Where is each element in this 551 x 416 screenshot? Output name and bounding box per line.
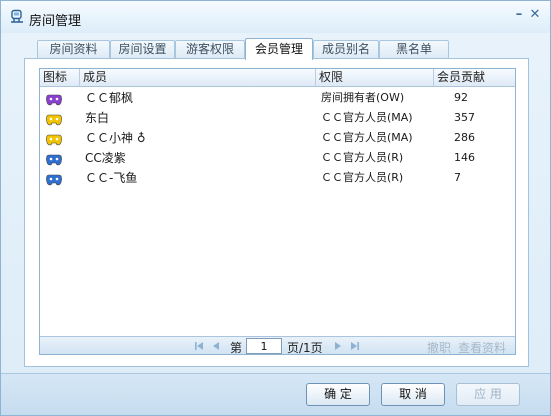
- next-page-icon[interactable]: [333, 341, 343, 351]
- purple-gamepad-icon: [46, 92, 62, 106]
- view-info-link[interactable]: 查看资料: [458, 339, 506, 356]
- blue-gamepad-icon: [46, 172, 62, 186]
- table-row[interactable]: ＣＣ小神 ♁ ＣＣ官方人员(MA) 286: [40, 128, 515, 148]
- tab-guest-permissions[interactable]: 游客权限: [175, 40, 245, 59]
- ok-button[interactable]: 确 定: [306, 383, 370, 406]
- apply-button[interactable]: 应 用: [456, 383, 520, 406]
- bottom-bar: 确 定 取 消 应 用: [1, 373, 550, 415]
- member-icon-cell: [44, 168, 80, 188]
- cancel-button[interactable]: 取 消: [381, 383, 445, 406]
- room-icon: [11, 9, 23, 23]
- minimize-icon[interactable]: –: [512, 8, 526, 22]
- member-role: ＣＣ官方人员(R): [321, 171, 404, 184]
- member-role: ＣＣ官方人员(R): [321, 151, 404, 164]
- member-score: 286: [454, 131, 475, 144]
- member-role: ＣＣ官方人员(MA): [321, 131, 413, 144]
- member-score: 7: [454, 171, 461, 184]
- column-header-member[interactable]: 成员: [80, 69, 316, 87]
- member-name: ＣＣ小神 ♁: [85, 131, 146, 145]
- member-role: ＣＣ官方人员(MA): [321, 111, 413, 124]
- member-score: 146: [454, 151, 475, 164]
- member-name: ＣＣ-飞鱼: [85, 171, 138, 185]
- tab-member-alias[interactable]: 成员别名: [313, 40, 379, 59]
- column-header-score[interactable]: 会员贡献: [434, 69, 515, 87]
- title-bar[interactable]: 房间管理 – ✕: [1, 1, 550, 33]
- member-role: 房间拥有者(OW): [321, 91, 405, 104]
- list-header: 图标 成员 权限 会员贡献: [40, 69, 515, 87]
- room-management-window: 房间管理 – ✕ 房间资料 房间设置 游客权限 会员管理 成员别名 黑名单 图标…: [0, 0, 551, 416]
- member-icon-cell: [44, 148, 80, 168]
- member-icon-cell: [44, 88, 80, 108]
- page-prefix: 第: [230, 341, 243, 355]
- member-score: 357: [454, 111, 475, 124]
- first-page-icon[interactable]: [194, 341, 204, 351]
- table-row[interactable]: ＣＣ-飞鱼 ＣＣ官方人员(R) 7: [40, 168, 515, 188]
- close-icon[interactable]: ✕: [528, 8, 542, 22]
- list-footer: 第 页/1页 撤职 查看资料: [40, 336, 515, 356]
- member-name: ＣＣ郁枫: [85, 91, 134, 105]
- column-header-icon[interactable]: 图标: [40, 69, 80, 87]
- table-row[interactable]: 东白 ＣＣ官方人员(MA) 357: [40, 108, 515, 128]
- member-name: CC凌紫: [85, 151, 126, 165]
- window-title: 房间管理: [29, 14, 82, 29]
- member-icon-cell: [44, 128, 80, 148]
- blue-gamepad-icon: [46, 152, 62, 166]
- tab-room-info[interactable]: 房间资料: [37, 40, 110, 59]
- yellow-gamepad-icon: [46, 132, 62, 146]
- page-total: 页/1页: [287, 341, 323, 355]
- member-list[interactable]: 图标 成员 权限 会员贡献 ＣＣ郁枫 房间拥有者(OW) 92 东白 ＣＣ官方人员(MA…: [39, 68, 516, 355]
- table-row[interactable]: ＣＣ郁枫 房间拥有者(OW) 92: [40, 88, 515, 108]
- tab-blacklist[interactable]: 黑名单: [379, 40, 449, 59]
- member-icon-cell: [44, 108, 80, 128]
- demote-link[interactable]: 撤职: [427, 339, 451, 356]
- member-score: 92: [454, 91, 468, 104]
- yellow-gamepad-icon: [46, 112, 62, 126]
- tab-room-settings[interactable]: 房间设置: [110, 40, 175, 59]
- last-page-icon[interactable]: [350, 341, 360, 351]
- member-management-panel: 图标 成员 权限 会员贡献 ＣＣ郁枫 房间拥有者(OW) 92 东白 ＣＣ官方人员(MA…: [24, 58, 529, 367]
- tab-member-management[interactable]: 会员管理: [245, 38, 313, 60]
- member-name: 东白: [85, 111, 110, 125]
- page-number-input[interactable]: [246, 338, 282, 354]
- table-row[interactable]: CC凌紫 ＣＣ官方人员(R) 146: [40, 148, 515, 168]
- previous-page-icon[interactable]: [211, 341, 221, 351]
- column-header-role[interactable]: 权限: [316, 69, 434, 87]
